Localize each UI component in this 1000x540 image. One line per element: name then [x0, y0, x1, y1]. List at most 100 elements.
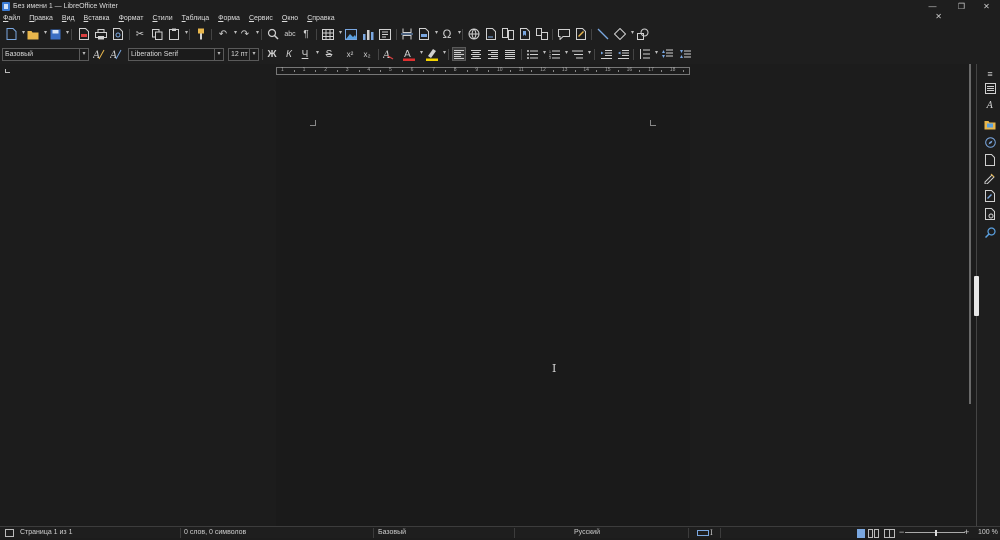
menu-table[interactable]: Таблица	[182, 15, 209, 22]
gallery-icon[interactable]	[984, 118, 996, 130]
font-color-icon[interactable]: A	[402, 47, 423, 61]
ordered-list-icon[interactable]: 123	[547, 47, 569, 61]
copy-icon[interactable]	[150, 27, 164, 41]
insert-comment-icon[interactable]	[557, 27, 571, 41]
single-page-view-icon[interactable]	[857, 529, 865, 540]
bold-button[interactable]: Ж	[265, 47, 279, 61]
draw-functions-icon[interactable]	[636, 27, 650, 41]
text-language[interactable]: Русский	[574, 529, 600, 536]
zoom-in-button[interactable]: +	[964, 527, 969, 537]
multi-page-view-icon[interactable]	[868, 529, 879, 540]
sidebar-menu-icon[interactable]: ≡	[984, 68, 996, 80]
spelling-icon[interactable]: abc	[283, 27, 297, 41]
insert-page-break-icon[interactable]	[400, 27, 414, 41]
italic-button[interactable]: К	[282, 47, 296, 61]
strikethrough-button[interactable]: S	[322, 47, 336, 61]
zoom-out-button[interactable]: −	[899, 527, 904, 537]
find-replace-icon[interactable]	[266, 27, 280, 41]
font-size-combo[interactable]: 12 пт ▾	[228, 48, 259, 61]
insert-table-icon[interactable]	[321, 27, 342, 41]
chevron-down-icon[interactable]: ▾	[249, 49, 258, 60]
increase-paragraph-spacing-icon[interactable]	[660, 47, 674, 61]
page-icon[interactable]	[984, 154, 996, 166]
increase-indent-icon[interactable]	[599, 47, 613, 61]
align-right-icon[interactable]	[486, 47, 500, 61]
insert-textbox-icon[interactable]	[378, 27, 392, 41]
menu-edit[interactable]: Правка	[29, 15, 53, 22]
menu-format[interactable]: Формат	[119, 15, 144, 22]
paragraph-style-combo[interactable]: Базовый ▾	[2, 48, 89, 61]
vertical-scrollbar[interactable]	[969, 64, 971, 404]
close-button[interactable]: ✕	[973, 0, 1000, 12]
insert-chart-icon[interactable]	[361, 27, 375, 41]
open-icon[interactable]	[26, 27, 47, 41]
line-spacing-icon[interactable]	[637, 47, 658, 61]
sidebar-collapse-handle[interactable]	[974, 276, 979, 316]
undo-icon[interactable]: ↶	[216, 27, 237, 41]
menu-form[interactable]: Форма	[218, 15, 240, 22]
menu-view[interactable]: Вид	[62, 15, 75, 22]
page-count[interactable]: Страница 1 из 1	[20, 529, 72, 536]
word-count[interactable]: 0 слов, 0 символов	[184, 529, 246, 536]
align-center-icon[interactable]	[469, 47, 483, 61]
print-preview-icon[interactable]	[111, 27, 125, 41]
manage-changes-icon[interactable]	[984, 190, 996, 202]
new-style-icon[interactable]: A	[109, 47, 123, 61]
insert-image-icon[interactable]	[344, 27, 358, 41]
menu-help[interactable]: Справка	[307, 15, 334, 22]
insert-line-icon[interactable]	[596, 27, 610, 41]
underline-button[interactable]: Ч	[298, 47, 319, 61]
superscript-button[interactable]: x²	[343, 47, 357, 61]
close-document-button[interactable]: ✕	[935, 12, 942, 21]
cut-icon[interactable]: ✂	[133, 27, 147, 41]
outline-list-icon[interactable]	[570, 47, 591, 61]
horizontal-ruler[interactable]: 1 1 2 3 4 5 6 7 8 9 10 11 12 13 14 15 16 17 18	[276, 67, 690, 75]
formatting-marks-icon[interactable]: ¶	[299, 27, 313, 41]
basic-shapes-icon[interactable]	[613, 27, 634, 41]
page-style[interactable]: Базовый	[378, 529, 406, 536]
navigator-icon[interactable]	[984, 136, 996, 148]
zoom-slider-handle[interactable]	[935, 530, 937, 536]
menu-insert[interactable]: Вставка	[84, 15, 110, 22]
selection-mode-icon[interactable]: I	[710, 529, 713, 537]
maximize-button[interactable]: ❐	[948, 0, 975, 12]
insert-special-char-icon[interactable]: Ω	[440, 27, 462, 41]
insert-endnote-icon[interactable]	[501, 27, 515, 41]
chevron-down-icon[interactable]: ▾	[214, 49, 223, 60]
align-left-icon[interactable]	[452, 47, 466, 61]
export-pdf-icon[interactable]	[77, 27, 91, 41]
decrease-indent-icon[interactable]	[616, 47, 630, 61]
insert-field-icon[interactable]	[417, 27, 438, 41]
minimize-button[interactable]: —	[919, 0, 946, 12]
menu-file[interactable]: Файл	[3, 15, 20, 22]
new-document-icon[interactable]	[4, 27, 25, 41]
design-icon[interactable]	[984, 208, 996, 220]
decrease-paragraph-spacing-icon[interactable]	[678, 47, 692, 61]
update-style-icon[interactable]: A	[92, 47, 106, 61]
style-inspector-icon[interactable]	[984, 172, 996, 184]
paste-icon[interactable]	[167, 27, 188, 41]
print-icon[interactable]	[94, 27, 108, 41]
justify-icon[interactable]	[503, 47, 517, 61]
book-view-icon[interactable]	[884, 529, 895, 540]
subscript-button[interactable]: x₂	[360, 47, 374, 61]
document-page[interactable]	[276, 78, 690, 538]
zoom-level[interactable]: 100 %	[978, 529, 998, 536]
insert-bookmark-icon[interactable]	[518, 27, 532, 41]
find-icon[interactable]	[984, 226, 996, 238]
menu-styles[interactable]: Стили	[152, 15, 172, 22]
chevron-down-icon[interactable]: ▾	[79, 49, 88, 60]
insert-hyperlink-icon[interactable]	[467, 27, 481, 41]
track-changes-icon[interactable]	[574, 27, 588, 41]
clear-formatting-icon[interactable]: A	[382, 47, 396, 61]
styles-icon[interactable]: A	[984, 100, 996, 112]
document-area[interactable]: 1 1 2 3 4 5 6 7 8 9 10 11 12 13 14 15 16 17 18	[0, 64, 970, 538]
properties-icon[interactable]	[984, 82, 996, 94]
unordered-list-icon[interactable]	[525, 47, 546, 61]
font-name-combo[interactable]: Liberation Serif ▾	[128, 48, 224, 61]
highlight-color-icon[interactable]	[425, 47, 446, 61]
save-icon[interactable]	[48, 27, 69, 41]
redo-icon[interactable]: ↷	[238, 27, 259, 41]
menu-window[interactable]: Окно	[282, 15, 298, 22]
clone-formatting-icon[interactable]	[194, 27, 208, 41]
